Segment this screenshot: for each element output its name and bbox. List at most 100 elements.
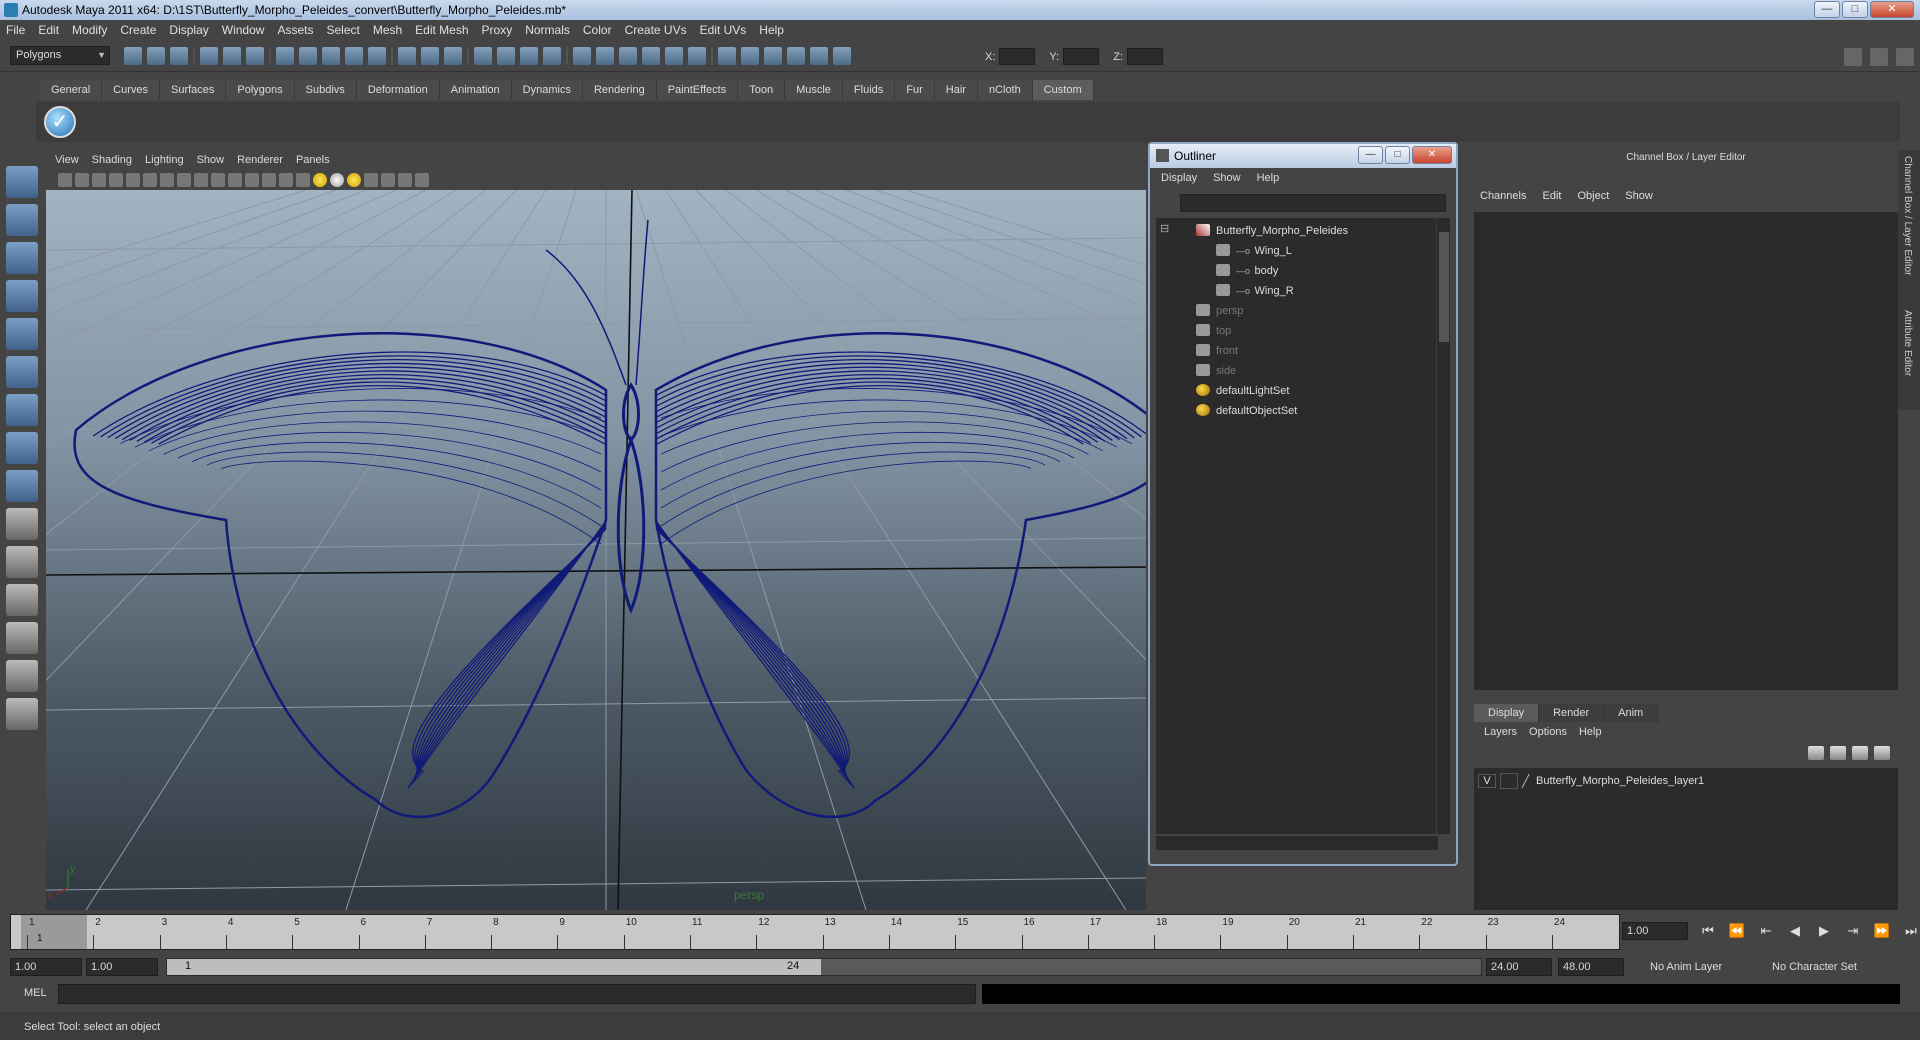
shelf-tab-custom[interactable]: Custom [1032,80,1094,100]
menu-file[interactable]: File [6,23,25,37]
outliner-vertical-scrollbar[interactable] [1436,218,1450,834]
output-ops-icon[interactable] [421,47,439,65]
outliner-item[interactable]: top [1196,322,1231,340]
outliner-persp-layout-icon[interactable] [6,584,38,616]
checkmark-shelf-icon[interactable]: ✓ [44,106,76,138]
layer-tab-anim[interactable]: Anim [1604,704,1659,722]
outliner-item[interactable]: —o Wing_L [1216,242,1292,260]
move-layer-up-icon[interactable] [1808,746,1824,760]
channel-box-menu-channels[interactable]: Channels [1480,190,1526,202]
shelf-tab-curves[interactable]: Curves [102,80,160,100]
move-layer-down-icon[interactable] [1830,746,1846,760]
wireframe-icon[interactable] [245,173,259,187]
new-scene-icon[interactable] [124,47,142,65]
select-object-icon[interactable] [223,47,241,65]
outliner-menu-display[interactable]: Display [1161,172,1197,184]
script-editor-icon[interactable] [665,47,683,65]
input-ops-icon[interactable] [398,47,416,65]
outliner-icon[interactable] [810,47,828,65]
range-slider-thumb[interactable] [167,959,821,975]
outliner-item[interactable]: Butterfly_Morpho_Peleides [1196,222,1348,240]
menu-assets[interactable]: Assets [277,23,313,37]
shelf-tab-ncloth[interactable]: nCloth [977,80,1033,100]
field-chart-icon[interactable] [194,173,208,187]
wireframe-on-shaded-icon[interactable] [279,173,293,187]
outliner-menu-show[interactable]: Show [1213,172,1241,184]
render-view-icon[interactable] [474,47,492,65]
graph-persp-layout-icon[interactable] [6,622,38,654]
command-language-label[interactable]: MEL [24,987,47,999]
character-set-dropdown[interactable]: No Character Set [1772,958,1892,976]
shelf-tab-fluids[interactable]: Fluids [842,80,896,100]
menu-normals[interactable]: Normals [525,23,570,37]
outliner-item[interactable]: persp [1196,302,1244,320]
outliner-title-bar[interactable]: Outliner — □ ✕ [1150,144,1456,168]
menu-edit-mesh[interactable]: Edit Mesh [415,23,468,37]
render-settings-icon[interactable] [543,47,561,65]
animation-end-field[interactable]: 48.00 [1558,958,1624,976]
shelf-tab-fur[interactable]: Fur [895,80,935,100]
use-all-lights-icon[interactable] [330,173,344,187]
maximize-button[interactable]: □ [1842,1,1868,18]
menu-select[interactable]: Select [326,23,359,37]
command-input[interactable] [58,984,976,1004]
viewport-canvas[interactable]: yx persp [46,190,1146,910]
outliner-close-button[interactable]: ✕ [1412,146,1452,164]
channel-box-menu-edit[interactable]: Edit [1542,190,1561,202]
menu-color[interactable]: Color [583,23,612,37]
outliner-maximize-button[interactable]: □ [1385,146,1410,164]
go-to-start-button[interactable]: ⏮ [1698,923,1718,939]
outliner-item[interactable]: —o body [1216,262,1278,280]
outliner-item[interactable]: side [1196,362,1236,380]
new-empty-layer-icon[interactable] [1852,746,1868,760]
outliner-item[interactable]: defaultObjectSet [1196,402,1297,420]
step-forward-key-button[interactable]: ⇥ [1843,923,1863,939]
select-hierarchy-icon[interactable] [200,47,218,65]
channel-box-menu-show[interactable]: Show [1625,190,1653,202]
shelf-tab-muscle[interactable]: Muscle [785,80,843,100]
graph-editor-icon[interactable] [596,47,614,65]
outliner-item[interactable]: defaultLightSet [1196,382,1289,400]
outliner-item[interactable]: —o Wing_R [1216,282,1294,300]
textured-icon[interactable] [296,173,310,187]
shelf-tab-dynamics[interactable]: Dynamics [511,80,583,100]
layer-visibility-toggle[interactable]: V [1478,774,1496,788]
outliner-menu-help[interactable]: Help [1257,172,1280,184]
render-frame-icon[interactable] [497,47,515,65]
go-to-end-button[interactable]: ⏭ [1901,923,1920,939]
open-scene-icon[interactable] [147,47,165,65]
sculpt-tool-icon[interactable] [6,280,38,312]
use-default-light-icon[interactable] [313,173,327,187]
single-view-layout-icon[interactable] [6,508,38,540]
layer-tab-display[interactable]: Display [1474,704,1540,722]
hypershade-icon[interactable] [573,47,591,65]
image-plane-icon[interactable] [109,173,123,187]
menu-display[interactable]: Display [169,23,208,37]
make-live-icon[interactable] [368,47,386,65]
shelf-tab-rendering[interactable]: Rendering [582,80,657,100]
new-layer-from-selection-icon[interactable] [1874,746,1890,760]
film-gate-icon[interactable] [143,173,157,187]
layer-row[interactable]: V ╱ Butterfly_Morpho_Peleides_layer1 [1478,772,1890,790]
attribute-icon[interactable] [787,47,805,65]
select-component-icon[interactable] [246,47,264,65]
shelf-tab-hair[interactable]: Hair [934,80,978,100]
z-field[interactable] [1126,48,1163,65]
menu-window[interactable]: Window [222,23,265,37]
shelf-tab-toon[interactable]: Toon [738,80,786,100]
shelf-tab-deformation[interactable]: Deformation [356,80,440,100]
step-forward-frame-button[interactable]: ⏩ [1872,923,1892,939]
dope-sheet-icon[interactable] [619,47,637,65]
shelf-tab-subdivs[interactable]: Subdivs [294,80,357,100]
menu-proxy[interactable]: Proxy [482,23,513,37]
paint-select-tool-icon[interactable] [6,242,38,274]
uv-editor-icon[interactable] [642,47,660,65]
shadows-icon[interactable] [347,173,361,187]
playback-end-field[interactable]: 24.00 [1486,958,1552,976]
range-slider[interactable]: 1 24 [166,958,1482,976]
minimize-button[interactable]: — [1814,1,1840,18]
tool-settings-toggle-icon[interactable] [1870,48,1888,66]
playback-start-field[interactable]: 1.00 [86,958,158,976]
smooth-shade-icon[interactable] [262,173,276,187]
menu-create-uvs[interactable]: Create UVs [625,23,687,37]
